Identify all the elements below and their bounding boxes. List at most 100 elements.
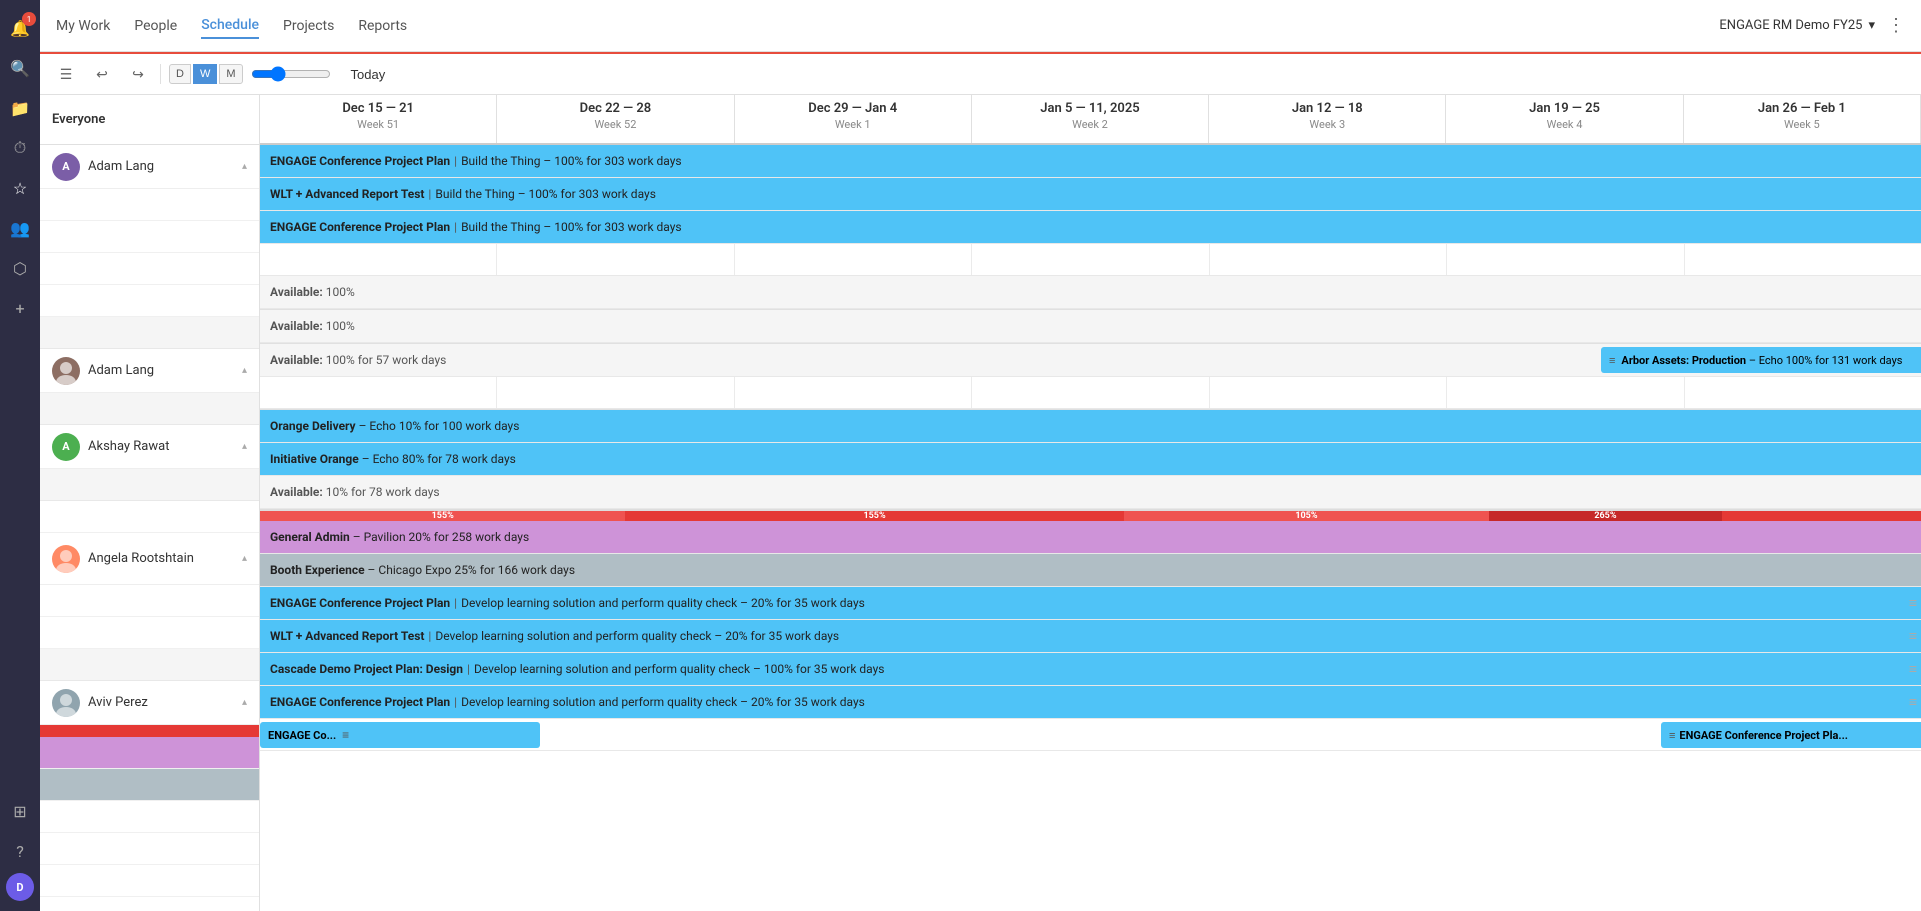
person-row-akshay[interactable]: A Akshay Rawat ▴ [40,425,259,469]
available-placeholder [40,317,259,349]
week-label-51: Week 51 [268,118,488,131]
sidebar-nav: 🔔 1 🔍 📁 ⏱ ☆ 👥 ⬡ + ⊞ ? D [0,0,40,911]
people-panel-header: Everyone [40,95,259,145]
collapse-aviv[interactable]: ▴ [242,697,247,708]
avail-row-akshay: Available: 100% for 57 work days ≡ Arbor… [260,343,1921,377]
week-col-51: Dec 15 — 21 Week 51 [260,95,497,143]
task-row-orange-delivery[interactable]: Orange Delivery – Echo 10% for 100 work … [260,409,1921,443]
task-row-wlt-aviv[interactable]: WLT + Advanced Report Test|Develop learn… [260,620,1921,653]
task-row-engage-conf-aviv-2[interactable]: ENGAGE Conference Project Plan|Develop l… [260,686,1921,719]
oa-seg-3: 105% [1124,511,1489,521]
bell-icon[interactable]: 🔔 1 [2,10,38,46]
task-placeholder [40,253,259,285]
tab-projects[interactable]: Projects [283,14,334,38]
collapse-adam-lang[interactable]: ▴ [242,365,247,376]
more-options-icon[interactable]: ⋮ [1887,15,1905,36]
week-dates-2: Jan 5 — 11, 2025 [980,101,1200,116]
schedule-body: Everyone A Adam Lang ▴ [40,95,1921,911]
week-dates-3: Jan 12 — 18 [1217,101,1437,116]
row-menu-icon-3[interactable]: ≡ [1909,661,1917,678]
collapse-adam-lang-group[interactable]: ▴ [242,161,247,172]
task-placeholder [40,221,259,253]
chevron-down-icon: ▾ [1868,18,1875,33]
workspace-selector[interactable]: ENGAGE RM Demo FY25 ▾ [1719,18,1875,33]
task-label-wlt-aviv: WLT + Advanced Report Test|Develop learn… [260,620,1921,652]
tab-my-work[interactable]: My Work [56,14,110,38]
clock-icon[interactable]: ⏱ [2,130,38,166]
week-label-1: Week 1 [743,118,963,131]
task-row-initiative-orange[interactable]: Initiative Orange – Echo 80% for 78 work… [260,443,1921,476]
task-placeholder [40,189,259,221]
collapse-akshay[interactable]: ▴ [242,441,247,452]
task-row-engage-conf-1[interactable]: ENGAGE Conference Project Plan|Build the… [260,145,1921,178]
task-row-engage-conf-aviv-1[interactable]: ENGAGE Conference Project Plan|Develop l… [260,587,1921,620]
week-label-2: Week 2 [980,118,1200,131]
tab-people[interactable]: People [134,14,177,38]
available-placeholder [40,649,259,681]
people-icon[interactable]: 👥 [2,210,38,246]
person-row-adam-lang[interactable]: Adam Lang ▴ [40,349,259,393]
person-avatar-adam-lang-group: A [52,153,80,181]
view-month-button[interactable]: M [219,64,242,84]
undo-button[interactable]: ↩ [88,60,116,88]
person-row-angela[interactable]: Angela Rootshtain ▴ [40,533,259,585]
week-dates-4: Jan 19 — 25 [1454,101,1674,116]
gantt-header: Dec 15 — 21 Week 51 Dec 22 — 28 Week 52 … [260,95,1921,145]
week-label-5: Week 5 [1692,118,1912,131]
task-placeholder [40,501,259,533]
redo-button[interactable]: ↪ [124,60,152,88]
zoom-slider[interactable] [251,66,331,82]
week-dates-51: Dec 15 — 21 [268,101,488,116]
avail-row-adam-group: Available: 100% [260,276,1921,309]
help-icon[interactable]: ? [2,833,38,869]
task-label-engage-conf-aviv-1: ENGAGE Conference Project Plan|Develop l… [260,587,1921,619]
task-row-cascade[interactable]: Cascade Demo Project Plan: Design|Develo… [260,653,1921,686]
avail-label-adam-group: Available: 100% [260,276,1921,308]
engage-conf-bar-right[interactable]: ≡ ENGAGE Conference Project Pla... [1661,722,1921,748]
task-label-cascade: Cascade Demo Project Plan: Design|Develo… [260,653,1921,685]
tab-schedule[interactable]: Schedule [201,13,259,39]
task-row-engage-co-truncated[interactable]: ENGAGE Co... ≡ ≡ ENGAGE Conference Proje… [260,719,1921,751]
oa-seg-2: 155% [625,511,1123,521]
week-col-2: Jan 5 — 11, 2025 Week 2 [972,95,1209,143]
add-icon[interactable]: + [2,290,38,326]
row-menu-icon-4[interactable]: ≡ [1909,694,1917,711]
task-row-general-admin[interactable]: General Admin – Pavilion 20% for 258 wor… [260,521,1921,554]
avail-label-adam-person: Available: 100% [260,310,1921,342]
people-panel: Everyone A Adam Lang ▴ [40,95,260,911]
row-menu-icon-1[interactable]: ≡ [1909,595,1917,612]
gantt-rows: ENGAGE Conference Project Plan|Build the… [260,145,1921,751]
zoom-slider-area [251,66,331,82]
week-label-3: Week 3 [1217,118,1437,131]
arbor-assets-bar[interactable]: ≡ Arbor Assets: Production – Echo 100% f… [1601,347,1921,373]
week-label-52: Week 52 [505,118,725,131]
today-button[interactable]: Today [339,63,398,86]
folder-icon[interactable]: 📁 [2,90,38,126]
task-row-engage-conf-2[interactable]: ENGAGE Conference Project Plan|Build the… [260,211,1921,244]
row-menu-icon-2[interactable]: ≡ [1909,628,1917,645]
search-icon[interactable]: 🔍 [2,50,38,86]
notification-badge: 1 [22,12,36,26]
view-day-button[interactable]: D [169,64,191,84]
person-row-aviv[interactable]: Aviv Perez ▴ [40,681,259,725]
view-week-button[interactable]: W [193,64,217,84]
task-placeholder [40,833,259,865]
collapse-angela[interactable]: ▴ [242,553,247,564]
task-label-engage-conf-2: ENGAGE Conference Project Plan|Build the… [260,211,1921,243]
avail-row-angela: Available: 10% for 78 work days [260,476,1921,509]
engage-co-bar-left[interactable]: ENGAGE Co... ≡ [260,722,540,748]
puzzle-icon[interactable]: ⬡ [2,250,38,286]
grid-icon[interactable]: ⊞ [2,793,38,829]
person-row-adam-lang-group[interactable]: A Adam Lang ▴ [40,145,259,189]
task-label-general-admin: General Admin – Pavilion 20% for 258 wor… [260,521,1921,553]
hamburger-button[interactable]: ☰ [52,60,80,88]
tab-reports[interactable]: Reports [358,14,407,38]
oa-seg-5 [1722,511,1921,521]
task-row-booth-experience[interactable]: Booth Experience – Chicago Expo 25% for … [260,554,1921,587]
oa-seg-4: 265% [1489,511,1722,521]
user-avatar[interactable]: D [6,873,34,901]
person-name-angela: Angela Rootshtain [88,551,234,566]
star-icon[interactable]: ☆ [2,170,38,206]
task-row-wlt-1[interactable]: WLT + Advanced Report Test|Build the Thi… [260,178,1921,211]
empty-row-akshay [260,377,1921,409]
